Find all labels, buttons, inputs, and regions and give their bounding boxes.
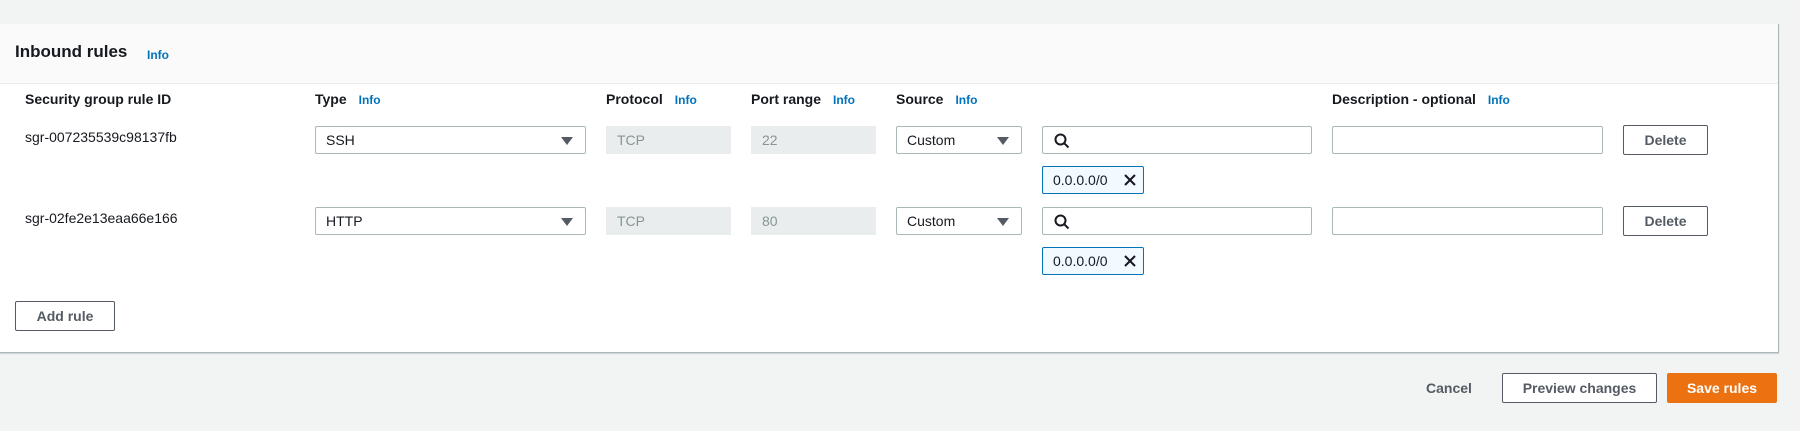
delete-button[interactable]: Delete <box>1623 206 1708 236</box>
source-type-select-value: Custom <box>907 132 956 148</box>
col-header-description: Description - optional Info <box>1332 91 1510 107</box>
port-range-field: 80 <box>751 207 876 235</box>
caret-down-icon <box>561 137 573 145</box>
description-info-link[interactable]: Info <box>1488 93 1510 107</box>
add-rule-button[interactable]: Add rule <box>15 301 115 331</box>
source-token: 0.0.0.0/0 <box>1042 247 1144 275</box>
port-range-field: 22 <box>751 126 876 154</box>
cancel-button[interactable]: Cancel <box>1426 380 1472 396</box>
source-search-input[interactable] <box>1042 207 1312 235</box>
source-token: 0.0.0.0/0 <box>1042 166 1144 194</box>
panel-title: Inbound rules <box>15 42 128 61</box>
source-token-label: 0.0.0.0/0 <box>1053 253 1108 269</box>
search-icon <box>1054 133 1070 149</box>
source-search-input[interactable] <box>1042 126 1312 154</box>
col-header-type-label: Type <box>315 91 347 107</box>
delete-button[interactable]: Delete <box>1623 125 1708 155</box>
type-info-link[interactable]: Info <box>359 93 381 107</box>
type-select[interactable]: SSH <box>315 126 586 154</box>
protocol-field: TCP <box>606 207 731 235</box>
port-range-info-link[interactable]: Info <box>833 93 855 107</box>
col-header-type: Type Info <box>315 91 381 107</box>
save-rules-button[interactable]: Save rules <box>1667 373 1777 403</box>
source-type-select-value: Custom <box>907 213 956 229</box>
rule-id: sgr-02fe2e13eaa66e166 <box>25 210 178 226</box>
caret-down-icon <box>997 137 1009 145</box>
panel-info-link[interactable]: Info <box>147 48 169 62</box>
caret-down-icon <box>561 218 573 226</box>
panel-header: Inbound rules Info <box>0 24 1778 84</box>
inbound-rules-panel: Inbound rules Info Security group rule I… <box>0 24 1779 353</box>
col-header-protocol: Protocol Info <box>606 91 697 107</box>
close-icon[interactable] <box>1123 254 1137 268</box>
search-icon <box>1054 214 1070 230</box>
type-select-value: SSH <box>326 132 355 148</box>
type-select-value: HTTP <box>326 213 363 229</box>
col-header-description-label: Description - optional <box>1332 91 1476 107</box>
protocol-info-link[interactable]: Info <box>675 93 697 107</box>
type-select[interactable]: HTTP <box>315 207 586 235</box>
close-icon[interactable] <box>1123 173 1137 187</box>
col-header-protocol-label: Protocol <box>606 91 663 107</box>
description-input[interactable] <box>1332 126 1603 154</box>
col-header-rule-id-label: Security group rule ID <box>25 91 172 107</box>
col-header-source: Source Info <box>896 91 977 107</box>
source-type-select[interactable]: Custom <box>896 126 1022 154</box>
protocol-field: TCP <box>606 126 731 154</box>
source-token-label: 0.0.0.0/0 <box>1053 172 1108 188</box>
col-header-port-range: Port range Info <box>751 91 855 107</box>
rule-id: sgr-007235539c98137fb <box>25 129 177 145</box>
caret-down-icon <box>997 218 1009 226</box>
source-type-select[interactable]: Custom <box>896 207 1022 235</box>
col-header-rule-id: Security group rule ID <box>25 91 171 107</box>
source-info-link[interactable]: Info <box>955 93 977 107</box>
col-header-source-label: Source <box>896 91 944 107</box>
col-header-port-range-label: Port range <box>751 91 822 107</box>
preview-changes-button[interactable]: Preview changes <box>1502 373 1657 403</box>
description-input[interactable] <box>1332 207 1603 235</box>
